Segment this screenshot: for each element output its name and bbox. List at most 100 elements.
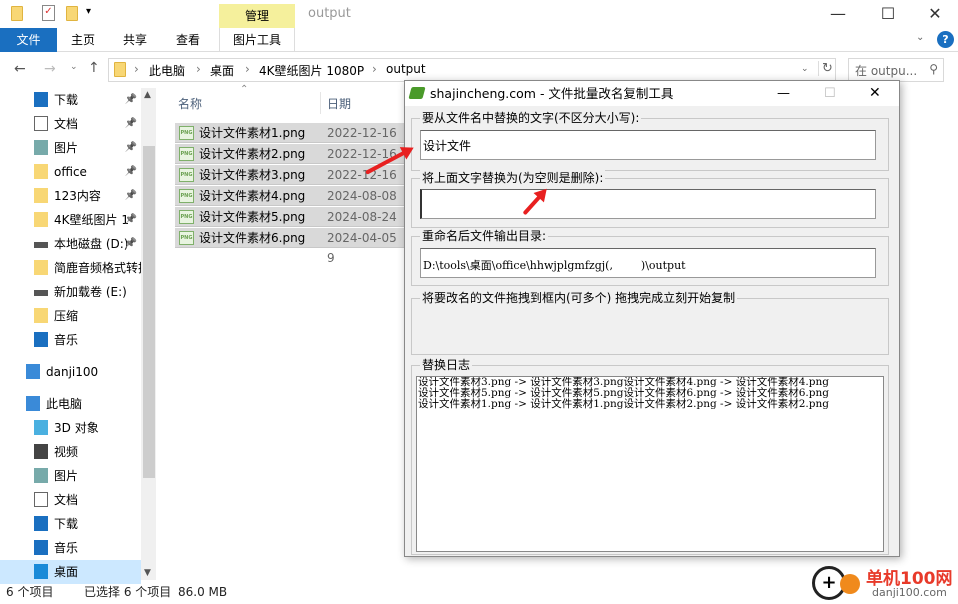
- sidebar-item[interactable]: 4K壁纸图片 1 📌: [0, 208, 141, 232]
- file-name: 设计文件素材6.png: [199, 231, 306, 245]
- pin-icon[interactable]: 📌: [125, 88, 137, 112]
- sidebar-item-label: 音乐: [54, 333, 79, 347]
- tab-picture-tools[interactable]: 图片工具: [219, 28, 295, 52]
- folder-icon: [114, 62, 126, 77]
- crumb-wallpaper[interactable]: 4K壁纸图片 1080P: [259, 62, 364, 79]
- pin-icon[interactable]: 📌: [125, 112, 137, 136]
- file-date: 2024-04-05 9: [327, 231, 397, 265]
- context-tab-manage[interactable]: 管理: [219, 4, 295, 28]
- file-row[interactable]: PNG 设计文件素材6.png 2024-04-05 9: [175, 228, 405, 265]
- dialog-minimize-button[interactable]: —: [777, 81, 790, 106]
- tab-home[interactable]: 主页: [60, 28, 106, 52]
- sidebar-item[interactable]: office 📌: [0, 160, 141, 184]
- sidebar-item[interactable]: 简鹿音频格式转换: [0, 256, 141, 280]
- address-dropdown-icon[interactable]: ⌄: [801, 64, 809, 74]
- column-name[interactable]: 名称: [178, 95, 202, 112]
- sidebar-item[interactable]: 下载 📌: [0, 88, 141, 112]
- address-bar[interactable]: › 此电脑 › 桌面 › 4K壁纸图片 1080P › output ⌄ ↻: [108, 58, 836, 82]
- quick-access-dropdown-icon[interactable]: ▾: [86, 6, 91, 17]
- file-name: 设计文件素材1.png: [199, 126, 306, 140]
- replace-group: 将上面文字替换为(为空则是删除):: [411, 170, 889, 228]
- sidebar-item-label: office: [54, 165, 87, 179]
- sidebar-item[interactable]: 音乐: [0, 328, 141, 352]
- sidebar-item-label: 下载: [54, 93, 79, 107]
- sidebar-item-label: 音乐: [54, 541, 79, 555]
- sidebar-item[interactable]: 下载: [0, 512, 141, 536]
- replace-input[interactable]: [420, 189, 876, 219]
- sidebar-item-label: 文档: [54, 493, 79, 507]
- file-name: 设计文件素材5.png: [199, 210, 306, 224]
- search-input[interactable]: 在 outpu... ⚲: [848, 58, 944, 82]
- help-icon[interactable]: ?: [937, 31, 954, 48]
- minimize-button[interactable]: —: [815, 0, 861, 28]
- sidebar-item[interactable]: 图片 📌: [0, 136, 141, 160]
- sidebar-item-label: 文档: [54, 117, 79, 131]
- properties-icon[interactable]: ✓: [42, 5, 55, 21]
- up-icon[interactable]: ↑: [88, 60, 100, 76]
- sidebar-item[interactable]: 新加载卷 (E:): [0, 280, 141, 304]
- png-file-icon: PNG: [179, 189, 194, 203]
- search-icon: ⚲: [929, 62, 938, 76]
- pc-icon: [26, 396, 40, 411]
- sidebar-item[interactable]: 123内容 📌: [0, 184, 141, 208]
- sidebar-item[interactable]: danji100: [0, 360, 141, 384]
- pin-icon[interactable]: 📌: [125, 136, 137, 160]
- sidebar-item[interactable]: 图片: [0, 464, 141, 488]
- file-row[interactable]: PNG设计文件素材1.png2022-12-16 1: [175, 123, 405, 160]
- back-icon[interactable]: ←: [14, 61, 26, 77]
- crumb-this-pc[interactable]: 此电脑: [149, 62, 185, 79]
- sidebar-item-label: 下载: [54, 517, 79, 531]
- find-input[interactable]: 设计文件: [420, 130, 876, 160]
- output-label: 重命名后文件输出目录:: [420, 228, 549, 244]
- sidebar-scroll-thumb[interactable]: [143, 146, 155, 478]
- dialog-close-button[interactable]: ✕: [869, 81, 881, 106]
- log-textarea[interactable]: 设计文件素材3.png -> 设计文件素材3.png设计文件素材4.png ->…: [416, 376, 884, 552]
- sort-ascending-icon: ⌃: [240, 84, 249, 95]
- png-file-icon: PNG: [179, 168, 194, 182]
- sidebar-item[interactable]: 本地磁盘 (D:) 📌: [0, 232, 141, 256]
- sidebar-item[interactable]: 此电脑: [0, 392, 141, 416]
- maximize-button[interactable]: ☐: [865, 0, 911, 28]
- file-row[interactable]: PNG设计文件素材2.png2022-12-16 1: [175, 144, 405, 181]
- sidebar-item[interactable]: 压缩: [0, 304, 141, 328]
- folder-icon: [34, 308, 48, 323]
- drop-zone[interactable]: 将要改名的文件拖拽到框内(可多个) 拖拽完成立刻开始复制: [411, 290, 889, 355]
- sidebar-item-label: 视频: [54, 445, 79, 459]
- forward-icon[interactable]: →: [44, 61, 56, 77]
- png-file-icon: PNG: [179, 147, 194, 161]
- folder-icon: [34, 260, 48, 275]
- pin-icon[interactable]: 📌: [125, 208, 137, 232]
- expand-ribbon-icon[interactable]: ⌄: [916, 32, 924, 43]
- download-icon: [34, 516, 48, 531]
- output-dir-input[interactable]: D:\tools\桌面\office\hhwjplgmfzgj(, )\outp…: [420, 248, 876, 278]
- refresh-icon[interactable]: ↻: [818, 61, 833, 76]
- sidebar-item[interactable]: 音乐: [0, 536, 141, 560]
- output-group: 重命名后文件输出目录: D:\tools\桌面\office\hhwjplgmf…: [411, 228, 889, 286]
- file-row[interactable]: PNG设计文件素材4.png2024-08-08 1: [175, 186, 405, 223]
- new-folder-icon[interactable]: [66, 6, 78, 21]
- log-label: 替换日志: [420, 357, 473, 373]
- sidebar-item-label: 本地磁盘 (D:): [54, 237, 129, 251]
- tab-file[interactable]: 文件: [0, 28, 57, 52]
- sidebar-item[interactable]: 3D 对象: [0, 416, 141, 440]
- cloud-icon: [26, 364, 40, 379]
- tab-share[interactable]: 共享: [112, 28, 158, 52]
- sidebar-item-label: 3D 对象: [54, 421, 99, 435]
- crumb-output[interactable]: output: [386, 62, 426, 76]
- column-date[interactable]: 日期: [327, 95, 351, 112]
- pin-icon[interactable]: 📌: [125, 232, 137, 256]
- pin-icon[interactable]: 📌: [125, 184, 137, 208]
- pin-icon[interactable]: 📌: [125, 160, 137, 184]
- crumb-desktop[interactable]: 桌面: [210, 62, 234, 79]
- sidebar-item[interactable]: 文档 📌: [0, 112, 141, 136]
- tab-view[interactable]: 查看: [164, 28, 212, 52]
- recent-dropdown-icon[interactable]: ⌄: [70, 62, 78, 72]
- png-file-icon: PNG: [179, 231, 194, 245]
- find-group: 要从文件名中替换的文字(不区分大小写): 设计文件: [411, 110, 889, 171]
- sidebar-item[interactable]: 视频: [0, 440, 141, 464]
- close-button[interactable]: ✕: [912, 0, 958, 28]
- folder-icon: [11, 6, 23, 21]
- sidebar-item[interactable]: 文档: [0, 488, 141, 512]
- selection-size: 86.0 MB: [178, 585, 228, 599]
- file-row[interactable]: PNG设计文件素材5.png2024-08-24 9: [175, 207, 405, 244]
